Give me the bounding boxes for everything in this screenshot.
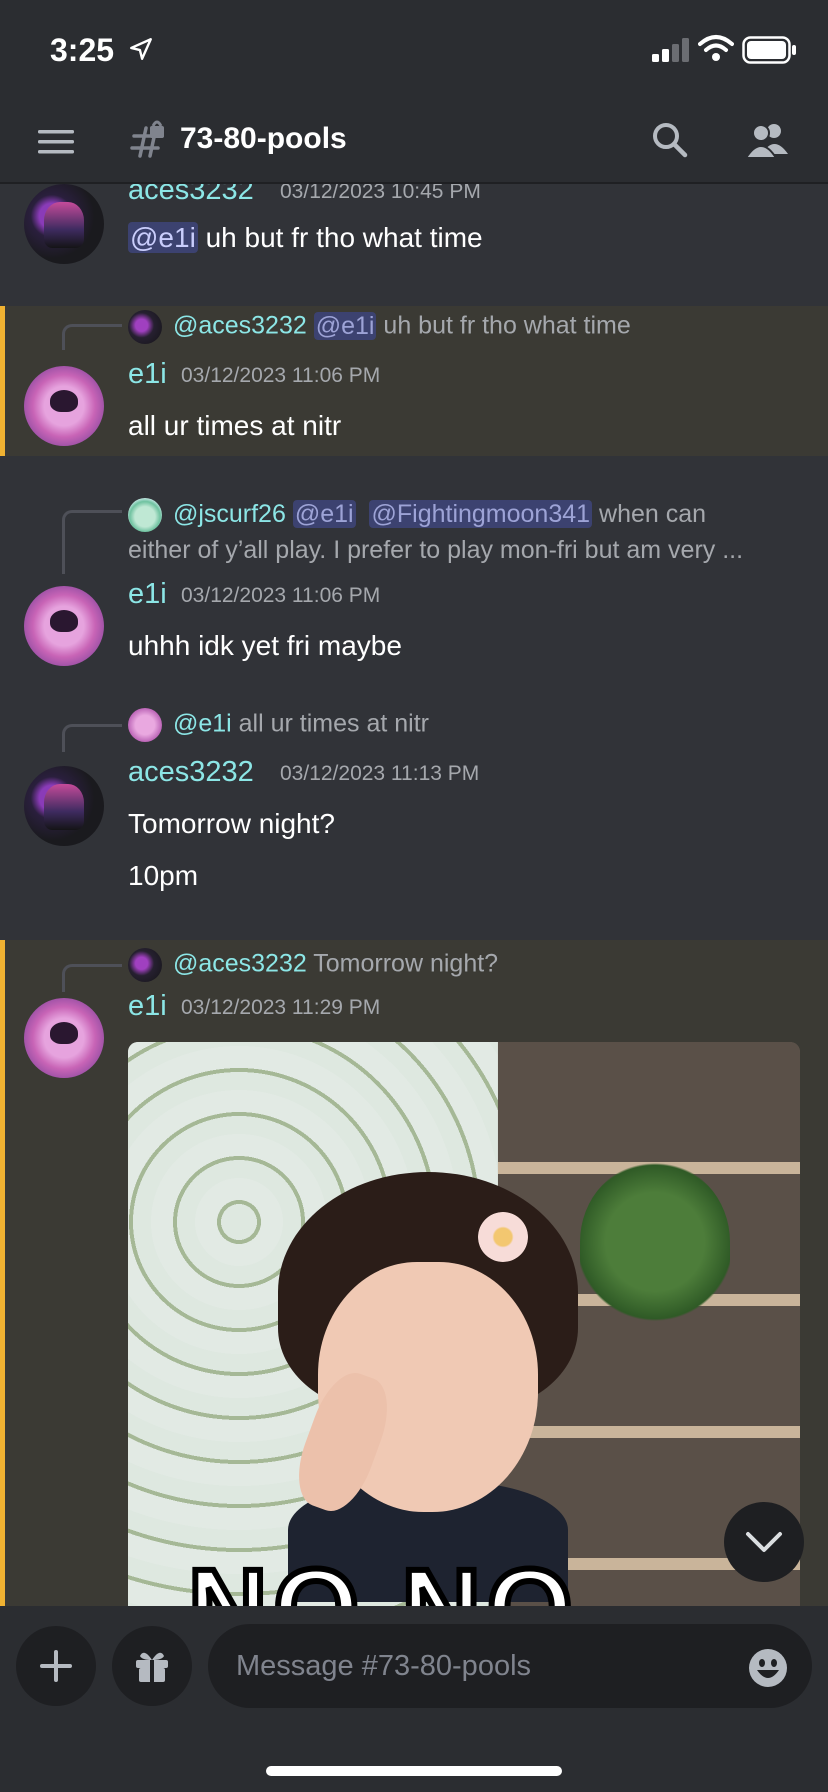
message-timestamp: 03/12/2023 11:06 PM — [181, 364, 381, 387]
message-highlighted[interactable]: @aces3232 Tomorrow night? e1i 03/12/2023… — [0, 940, 828, 1606]
home-indicator[interactable] — [266, 1766, 562, 1776]
message-content: @e1i uh but fr tho what time — [128, 222, 483, 254]
message-timestamp: 03/12/2023 11:06 PM — [181, 584, 381, 607]
add-attachment-button[interactable] — [16, 1626, 96, 1706]
reply-author[interactable]: @aces3232 — [173, 312, 307, 340]
message-author[interactable]: aces3232 — [128, 756, 254, 789]
message-composer — [0, 1606, 828, 1792]
message[interactable]: @e1i all ur times at nitr aces3232 03/12… — [0, 704, 828, 944]
battery-icon — [742, 36, 796, 64]
gift-button[interactable] — [112, 1626, 192, 1706]
location-arrow-icon — [130, 38, 152, 60]
signal-icon — [652, 38, 689, 62]
reply-author[interactable]: @e1i — [173, 710, 232, 738]
wifi-icon — [698, 35, 734, 61]
reply-text: either of y’all play. I prefer to play m… — [128, 536, 744, 565]
reply-mention: @e1i — [292, 500, 356, 528]
reply-avatar — [128, 948, 162, 982]
reply-connector — [62, 964, 122, 992]
message-text: uhhh idk yet fri maybe — [128, 630, 402, 661]
avatar[interactable] — [24, 998, 104, 1078]
message[interactable]: aces3232 03/12/2023 10:45 PM @e1i uh but… — [0, 184, 828, 294]
status-time: 3:25 — [50, 32, 115, 68]
message-author[interactable]: aces3232 — [128, 184, 254, 207]
reply-mention: @Fightingmoon341 — [369, 500, 593, 528]
avatar[interactable] — [24, 184, 104, 264]
reply-connector — [62, 724, 122, 752]
emoji-icon[interactable] — [748, 1648, 788, 1688]
menu-icon[interactable] — [36, 126, 76, 158]
message-text: 10pm — [128, 860, 199, 891]
message-timestamp: 03/12/2023 11:29 PM — [181, 996, 381, 1019]
avatar[interactable] — [24, 366, 104, 446]
reply-text: all ur times at nitr — [238, 709, 429, 738]
reply-preview[interactable]: @aces3232 @e1i uh but fr tho what time — [128, 310, 631, 344]
message-text: Tomorrow night? — [128, 808, 335, 839]
message-text: all ur times at nitr — [128, 410, 342, 441]
members-icon[interactable] — [744, 120, 790, 160]
reply-preview[interactable]: @jscurf26 @e1i @Fightingmoon341 when can… — [128, 496, 808, 568]
status-bar: 3:25 — [0, 0, 828, 100]
reply-mention: @e1i — [313, 311, 377, 340]
reply-author[interactable]: @aces3232 — [173, 950, 307, 978]
gift-icon — [136, 1652, 168, 1682]
chevron-down-icon — [746, 1532, 782, 1552]
reply-preview[interactable]: @e1i all ur times at nitr — [128, 708, 429, 742]
reply-preview[interactable]: @aces3232 Tomorrow night? — [128, 948, 498, 982]
reply-connector — [62, 324, 122, 350]
user-mention[interactable]: @e1i — [128, 222, 198, 253]
message-timestamp: 03/12/2023 11:13 PM — [280, 762, 480, 785]
gif-child — [278, 1172, 578, 1602]
message-author[interactable]: e1i — [128, 990, 167, 1023]
channel-lock-icon — [130, 120, 164, 158]
reply-avatar — [128, 498, 162, 533]
message-list[interactable]: aces3232 03/12/2023 10:45 PM @e1i uh but… — [0, 184, 828, 1606]
avatar[interactable] — [24, 586, 104, 666]
search-icon[interactable] — [650, 120, 690, 160]
message-author[interactable]: e1i — [128, 578, 167, 611]
reply-text: Tomorrow night? — [313, 949, 499, 978]
reply-text: uh but fr tho what time — [383, 311, 631, 340]
reply-connector — [62, 510, 122, 574]
gif-plant — [580, 1162, 730, 1322]
reply-avatar — [128, 708, 162, 742]
message-text: uh but fr tho what time — [205, 222, 483, 253]
plus-icon — [40, 1650, 72, 1682]
message-highlighted[interactable]: @aces3232 @e1i uh but fr tho what time e… — [0, 306, 828, 456]
channel-name: 73-80-pools — [180, 122, 347, 155]
message-timestamp: 03/12/2023 10:45 PM — [280, 184, 481, 203]
jump-to-present-button[interactable] — [724, 1502, 804, 1582]
reply-avatar — [128, 310, 162, 344]
reply-author[interactable]: @jscurf26 — [173, 500, 286, 528]
gif-attachment[interactable]: NO NO — [128, 1042, 800, 1606]
message-author[interactable]: e1i — [128, 358, 167, 391]
gif-caption: NO NO — [185, 1544, 579, 1606]
channel-header: 73-80-pools — [0, 100, 828, 184]
message[interactable]: @jscurf26 @e1i @Fightingmoon341 when can… — [0, 486, 828, 686]
avatar[interactable] — [24, 766, 104, 846]
reply-text: when can — [599, 500, 707, 528]
message-input[interactable] — [208, 1624, 812, 1708]
